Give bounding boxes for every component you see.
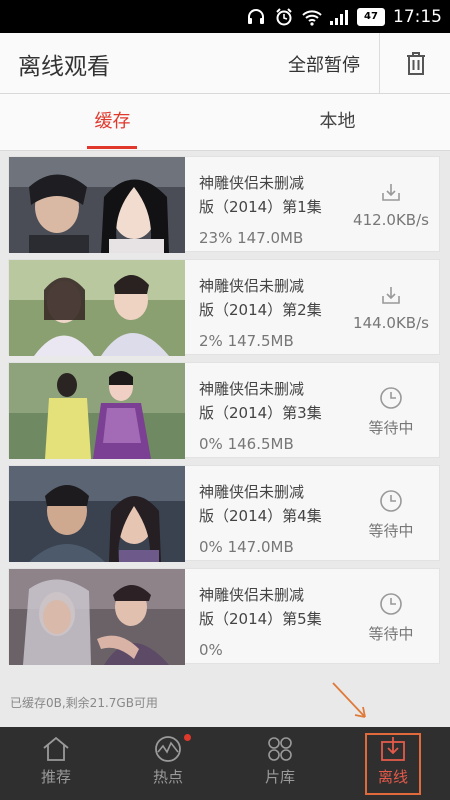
- download-status[interactable]: 等待中: [343, 488, 439, 541]
- grid-circles-icon: [268, 737, 292, 761]
- status-text: 等待中: [368, 522, 414, 540]
- notification-dot: [184, 734, 191, 741]
- clock-icon: [380, 490, 402, 512]
- video-thumbnail: [9, 157, 185, 253]
- download-status[interactable]: 412.0KB/s: [343, 179, 439, 229]
- status-text: 等待中: [368, 419, 414, 437]
- title-line: 神雕侠侣未删减: [199, 174, 305, 192]
- trash-icon[interactable]: [402, 49, 430, 77]
- nav-label: 片库: [264, 768, 295, 786]
- video-thumbnail: [9, 466, 185, 562]
- pause-all-button[interactable]: 全部暂停: [288, 51, 360, 77]
- video-title: 神雕侠侣未删减 版（2014）第1集: [199, 171, 349, 219]
- title-line: 版（2014）第3集: [199, 404, 322, 422]
- status-time: 17:15: [393, 6, 442, 27]
- title-line: 神雕侠侣未删减: [199, 277, 305, 295]
- signal-icon: [329, 6, 351, 28]
- status-text: 412.0KB/s: [353, 211, 429, 229]
- download-status[interactable]: 等待中: [343, 591, 439, 644]
- video-title: 神雕侠侣未删减 版（2014）第4集: [199, 480, 349, 528]
- status-text: 等待中: [368, 625, 414, 643]
- status-bar: 47 17:15: [0, 0, 450, 33]
- download-status[interactable]: 144.0KB/s: [343, 282, 439, 332]
- download-icon: [382, 287, 400, 304]
- video-title: 神雕侠侣未删减 版（2014）第3集: [199, 377, 349, 425]
- title-line: 神雕侠侣未删减: [199, 483, 305, 501]
- tab-bar: 缓存 本地: [0, 94, 450, 151]
- page-title: 离线观看: [18, 54, 110, 80]
- clock-icon: [380, 387, 402, 409]
- download-icon: [382, 184, 400, 201]
- pulse-icon: [155, 736, 181, 762]
- active-tab-indicator: [87, 146, 137, 149]
- wifi-icon: [301, 6, 323, 28]
- tab-cache[interactable]: 缓存: [0, 94, 225, 150]
- divider: [379, 33, 380, 93]
- storage-info: 已缓存0B,剩余21.7GB可用: [10, 696, 158, 710]
- status-text: 144.0KB/s: [353, 314, 429, 332]
- title-line: 版（2014）第1集: [199, 198, 322, 216]
- video-thumbnail: [9, 569, 185, 665]
- title-line: 神雕侠侣未删减: [199, 380, 305, 398]
- battery-icon: 47: [357, 7, 385, 26]
- download-progress: 2% 147.5MB: [199, 332, 294, 350]
- annotation-arrow-icon: [332, 682, 366, 718]
- title-line: 版（2014）第4集: [199, 507, 322, 525]
- title-line: 版（2014）第2集: [199, 301, 322, 319]
- home-icon: [43, 736, 69, 761]
- video-title: 神雕侠侣未删减 版（2014）第5集: [199, 583, 349, 631]
- headset-icon: [245, 6, 267, 28]
- alarm-icon: [273, 6, 295, 28]
- header-bar: 离线观看 全部暂停: [0, 33, 450, 94]
- download-progress: 23% 147.0MB: [199, 229, 304, 247]
- nav-hot[interactable]: 热点: [112, 727, 224, 800]
- tab-local[interactable]: 本地: [225, 94, 450, 150]
- nav-library[interactable]: 片库: [224, 727, 336, 800]
- title-line: 神雕侠侣未删减: [199, 586, 305, 604]
- download-status[interactable]: 等待中: [343, 385, 439, 438]
- download-progress: 0% 146.5MB: [199, 435, 294, 453]
- list-item[interactable]: 神雕侠侣未删减 版（2014）第5集 0% 等待中: [8, 568, 440, 665]
- download-progress: 0% 147.0MB: [199, 538, 294, 556]
- download-list: 神雕侠侣未删减 版（2014）第1集 23% 147.0MB 412.0KB/s…: [8, 156, 440, 671]
- list-item[interactable]: 神雕侠侣未删减 版（2014）第4集 0% 147.0MB 等待中: [8, 465, 440, 562]
- video-thumbnail: [9, 363, 185, 459]
- list-item[interactable]: 神雕侠侣未删减 版（2014）第2集 2% 147.5MB 144.0KB/s: [8, 259, 440, 356]
- video-thumbnail: [9, 260, 185, 356]
- list-item[interactable]: 神雕侠侣未删减 版（2014）第3集 0% 146.5MB 等待中: [8, 362, 440, 459]
- list-item[interactable]: 神雕侠侣未删减 版（2014）第1集 23% 147.0MB 412.0KB/s: [8, 156, 440, 253]
- nav-label: 热点: [152, 768, 183, 786]
- clock-icon: [380, 593, 402, 615]
- video-title: 神雕侠侣未删减 版（2014）第2集: [199, 274, 349, 322]
- download-progress: 0%: [199, 641, 223, 659]
- nav-recommend[interactable]: 推荐: [0, 727, 112, 800]
- nav-label: 推荐: [40, 768, 71, 786]
- title-line: 版（2014）第5集: [199, 610, 322, 628]
- highlight-box: [365, 733, 421, 795]
